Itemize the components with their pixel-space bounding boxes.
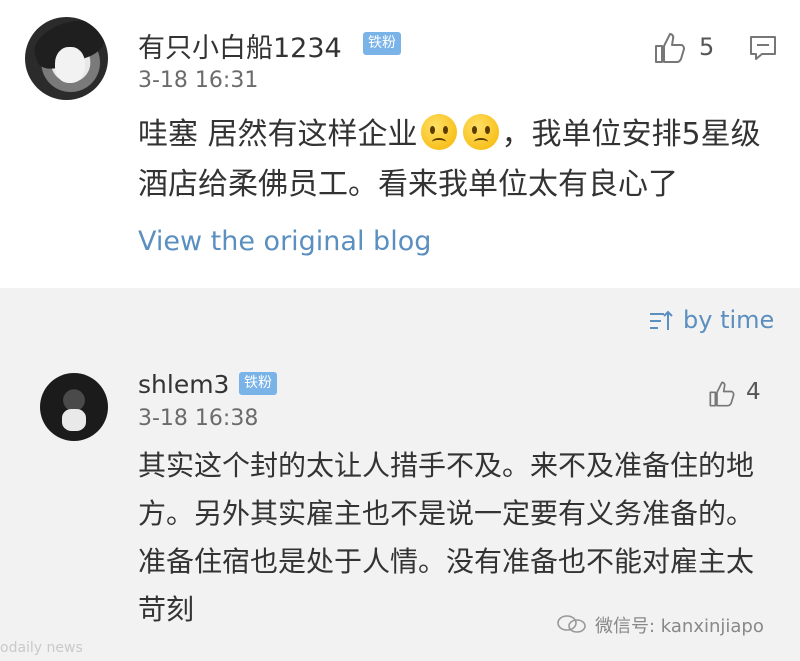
avatar[interactable] [40, 373, 108, 441]
sort-icon[interactable] [648, 309, 674, 333]
sort-bar [0, 288, 800, 350]
sort-by-time-button[interactable]: by time [683, 306, 774, 334]
sad-face-emoji [462, 114, 499, 150]
like-count: 5 [699, 33, 715, 61]
comment-text: 哇塞 居然有这样企业 ，我单位安排5星级酒店给柔佛员工。看来我单位太有良心了 [138, 110, 778, 210]
avatar[interactable] [25, 17, 108, 100]
sad-face-emoji [420, 114, 457, 150]
fan-badge: 铁粉 [239, 372, 277, 395]
username[interactable]: 有只小白船1234 [138, 26, 342, 65]
watermark-text: 微信号: kanxinjiapo [595, 616, 764, 637]
timestamp: 3-18 16:31 [138, 68, 259, 93]
timestamp: 3-18 16:38 [138, 406, 259, 431]
username[interactable]: shlem3 [138, 370, 229, 399]
thumbs-up-icon[interactable] [707, 379, 737, 409]
reply-icon[interactable] [748, 33, 778, 63]
thumbs-up-icon[interactable] [652, 30, 688, 66]
like-count: 4 [746, 379, 761, 405]
comment-text: 其实这个封的太让人措手不及。来不及准备住的地方。另外其实雇主也不是说一定要有义务… [138, 449, 755, 626]
view-original-blog-link[interactable]: View the original blog [138, 226, 431, 257]
wechat-icon [557, 615, 586, 633]
fan-badge: 铁粉 [363, 32, 401, 55]
faint-watermark: odaily news [0, 640, 83, 656]
